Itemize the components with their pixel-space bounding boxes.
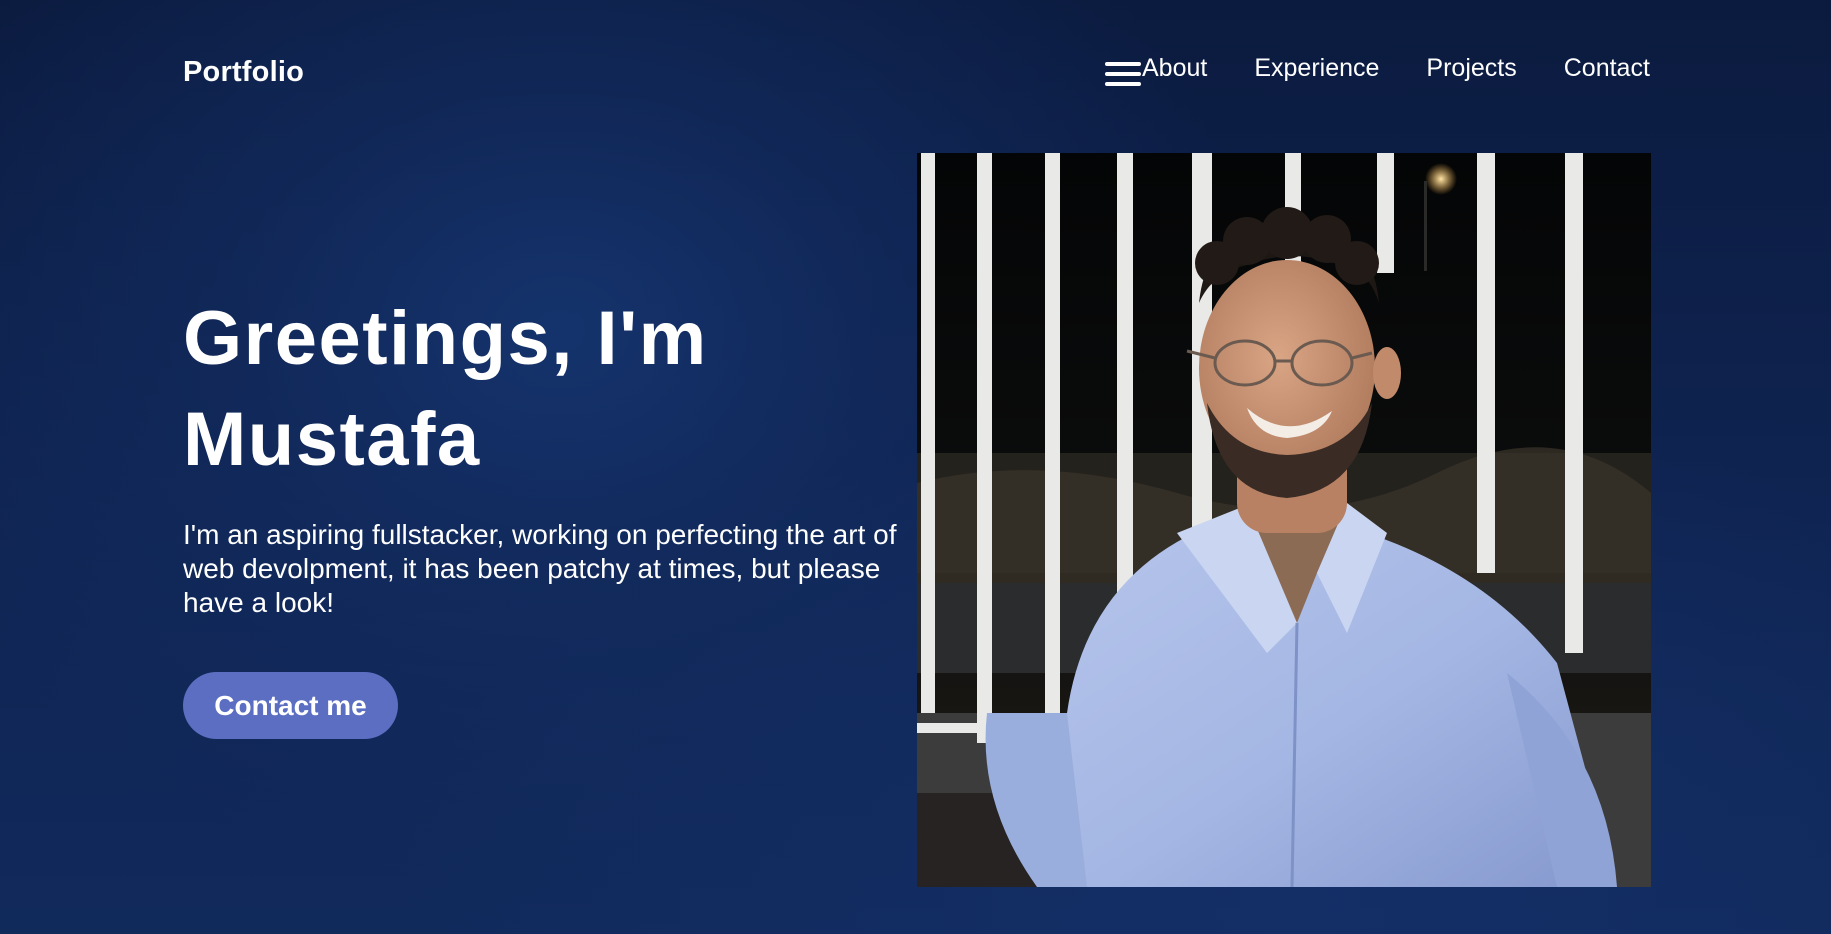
hero-title-line-2: Mustafa [183, 397, 481, 482]
navbar: Portfolio About Experience Projects Cont… [0, 0, 1831, 150]
hero-title: Greetings, I'm Mustafa [183, 288, 903, 490]
menu-bar [1105, 82, 1141, 86]
nav-links: About Experience Projects Contact [1142, 54, 1650, 83]
nav-link-experience[interactable]: Experience [1254, 54, 1379, 83]
nav-link-projects[interactable]: Projects [1426, 54, 1516, 83]
menu-bar [1105, 72, 1141, 76]
profile-photo [917, 153, 1651, 887]
hero-description: I'm an aspiring fullstacker, working on … [183, 519, 897, 618]
brand-logo[interactable]: Portfolio [183, 56, 304, 89]
profile-photo-illustration [917, 153, 1651, 887]
hamburger-menu-icon[interactable] [1105, 62, 1141, 88]
hero-title-line-1: Greetings, I'm [183, 296, 708, 381]
nav-link-about[interactable]: About [1142, 54, 1207, 83]
menu-bar [1105, 62, 1141, 66]
nav-link-contact[interactable]: Contact [1564, 54, 1650, 83]
contact-me-button[interactable]: Contact me [183, 672, 398, 739]
